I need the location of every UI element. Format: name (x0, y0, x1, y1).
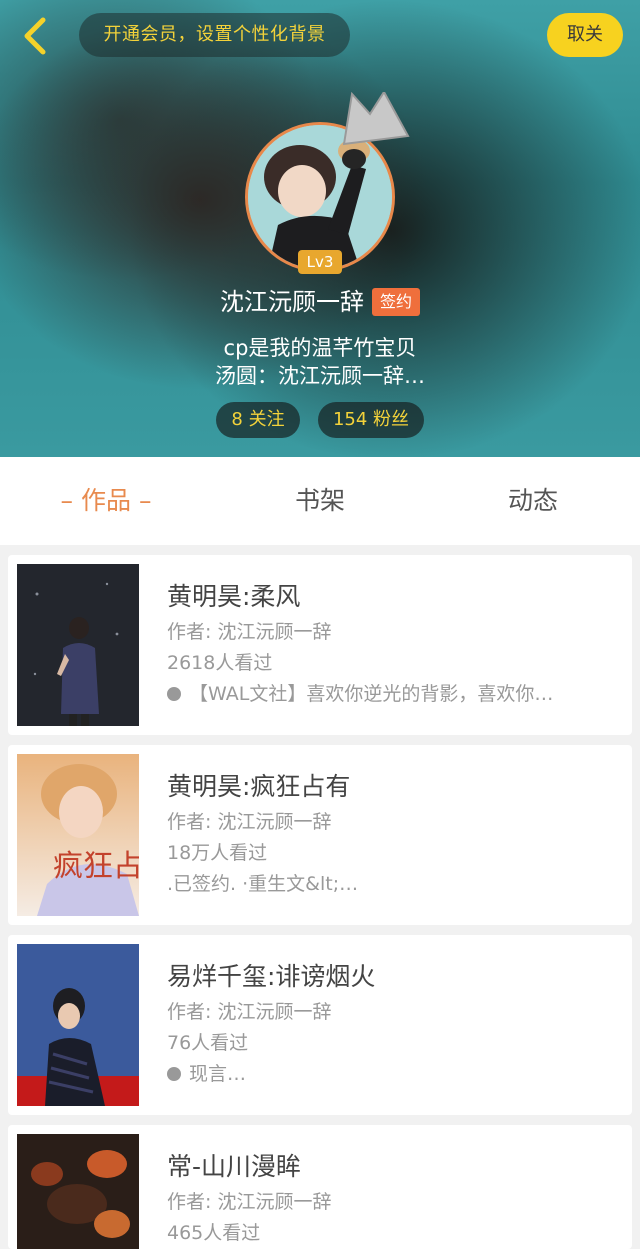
signed-badge: 签约 (371, 288, 420, 316)
book-description-text: 【WAL文社】喜欢你逆光的背影，喜欢你… (189, 683, 554, 705)
book-title: 易烊千玺:诽谤烟火 (167, 962, 376, 991)
book-author: 作者: 沈江沅顾一辞 (167, 1191, 332, 1213)
bio: cp是我的温芊竹宝贝 汤圆：沈江沅顾一辞… (0, 334, 640, 390)
bio-line-1: cp是我的温芊竹宝贝 (223, 336, 417, 360)
level-badge: Lv3 (298, 250, 342, 274)
book-description: 【WAL文社】喜欢你逆光的背影，喜欢你… (167, 679, 617, 706)
cover-title-text: 疯狂占有 (53, 849, 139, 884)
book-cover (17, 1134, 139, 1249)
book-card[interactable]: 常-山川漫眸 作者: 沈江沅顾一辞 465人看过 (8, 1125, 632, 1249)
book-views: 465人看过 (167, 1222, 261, 1244)
tab-bookshelf[interactable]: 书架 (240, 457, 400, 545)
book-card[interactable]: 黄明昊:柔风 作者: 沈江沅顾一辞 2618人看过 【WAL文社】喜欢你逆光的背… (8, 555, 632, 735)
book-title: 黄明昊:疯狂占有 (167, 772, 351, 801)
book-cover (17, 564, 139, 726)
profile-header: 开通会员，设置个性化背景 取关 Lv3 沈江沅顾一辞 签约 cp是我的温芊竹宝贝 … (0, 0, 640, 457)
book-title: 常-山川漫眸 (167, 1152, 302, 1181)
book-card[interactable]: 易烊千玺:诽谤烟火 作者: 沈江沅顾一辞 76人看过 现言… (8, 935, 632, 1115)
following-count[interactable]: 8 关注 (216, 402, 300, 438)
book-description: .已签约. ·重生文&lt;… (167, 873, 359, 895)
username-row: 沈江沅顾一辞 签约 (0, 284, 640, 318)
book-views: 18万人看过 (167, 842, 268, 864)
fans-count[interactable]: 154 粉丝 (318, 402, 424, 438)
book-description: 现言… (167, 1059, 617, 1086)
book-title: 黄明昊:柔风 (167, 582, 301, 611)
profile-tabs: – 作品 – 书架 动态 (0, 457, 640, 545)
bullet-dot-icon (167, 1067, 181, 1081)
book-card[interactable]: 疯狂占有 黄明昊:疯狂占有 作者: 沈江沅顾一辞 18万人看过 .已签约. ·重… (8, 745, 632, 925)
book-cover (17, 944, 139, 1106)
back-button[interactable] (14, 14, 54, 58)
book-views: 2618人看过 (167, 652, 273, 674)
bio-line-2: 汤圆：沈江沅顾一辞… (215, 364, 425, 388)
bullet-dot-icon (167, 687, 181, 701)
username: 沈江沅顾一辞 (219, 288, 364, 316)
unfollow-button[interactable]: 取关 (547, 13, 623, 57)
book-description-text: 现言… (189, 1063, 247, 1085)
tab-works[interactable]: – 作品 – (26, 457, 186, 545)
book-author: 作者: 沈江沅顾一辞 (167, 621, 332, 643)
book-views: 76人看过 (167, 1032, 249, 1054)
tab-moments[interactable]: 动态 (453, 457, 613, 545)
vip-banner[interactable]: 开通会员，设置个性化背景 (79, 13, 350, 57)
back-chevron-icon (24, 17, 46, 55)
book-author: 作者: 沈江沅顾一辞 (167, 1001, 332, 1023)
book-author: 作者: 沈江沅顾一辞 (167, 811, 332, 833)
book-cover: 疯狂占有 (17, 754, 139, 916)
crown-icon (342, 92, 410, 146)
